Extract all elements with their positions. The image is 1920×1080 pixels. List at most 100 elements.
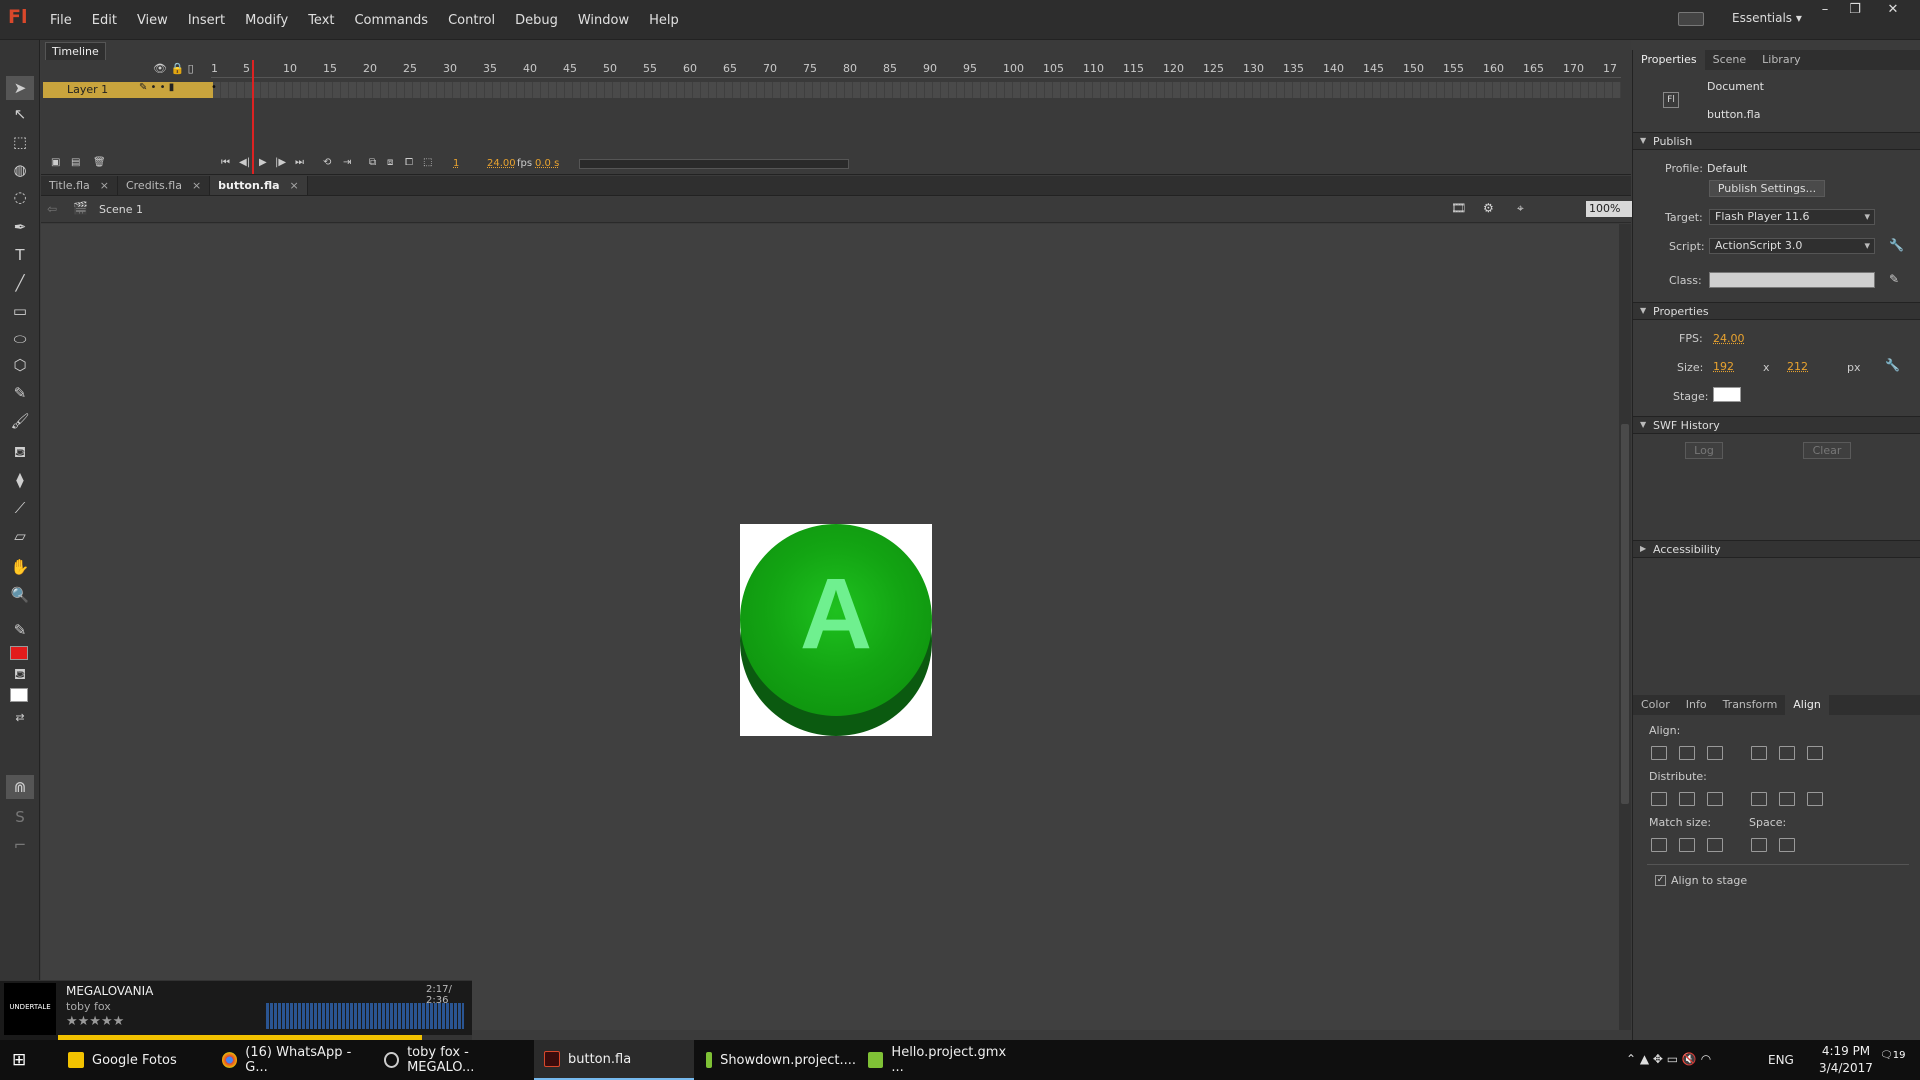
current-frame-value[interactable]: 1 xyxy=(453,158,459,169)
menu-modify[interactable]: Modify xyxy=(235,13,298,28)
menu-insert[interactable]: Insert xyxy=(178,13,235,28)
tab-library[interactable]: Library xyxy=(1754,50,1808,70)
distribute-vertical-center-icon[interactable] xyxy=(1679,792,1695,806)
distribute-top-icon[interactable] xyxy=(1651,792,1667,806)
edit-scene-icon[interactable]: 🎞 xyxy=(1451,201,1466,215)
frame-strip[interactable] xyxy=(213,82,1621,98)
swf-history-section-header[interactable]: SWF History xyxy=(1633,416,1920,434)
pencil-tool-icon[interactable]: ✎ xyxy=(6,381,34,405)
distribute-left-icon[interactable] xyxy=(1751,792,1767,806)
new-folder-icon[interactable]: ▤ xyxy=(71,157,80,168)
subselection-tool-icon[interactable]: ↖ xyxy=(6,102,34,126)
align-left-icon[interactable] xyxy=(1651,746,1667,760)
menu-view[interactable]: View xyxy=(127,13,178,28)
elapsed-time[interactable]: 0.0 s xyxy=(535,158,559,169)
hand-tool-icon[interactable]: ✋ xyxy=(6,555,34,579)
lasso-tool-icon[interactable]: ◌ xyxy=(6,185,34,209)
timeline-horizontal-scrollbar[interactable] xyxy=(579,159,849,169)
sync-settings-icon[interactable] xyxy=(1678,12,1704,26)
menu-commands[interactable]: Commands xyxy=(344,13,438,28)
keyframe-marker[interactable]: • xyxy=(211,82,221,98)
fps-input[interactable]: 24.00 xyxy=(1713,332,1745,345)
script-select[interactable]: ActionScript 3.0 xyxy=(1709,238,1875,254)
eyedropper-tool-icon[interactable]: ⟋ xyxy=(6,496,34,520)
edit-class-pencil-icon[interactable]: ✎ xyxy=(1889,272,1899,286)
center-frame-icon[interactable]: ⇥ xyxy=(343,157,351,168)
brush-tool-icon[interactable]: 🖌 xyxy=(6,409,34,433)
clock-date[interactable]: 3/4/2017 xyxy=(1816,1061,1876,1075)
menu-file[interactable]: File xyxy=(40,13,82,28)
menu-window[interactable]: Window xyxy=(568,13,639,28)
ink-bottle-tool-icon[interactable]: ⧫ xyxy=(6,468,34,492)
polystar-tool-icon[interactable]: ⬡ xyxy=(6,353,34,377)
oval-tool-icon[interactable]: ⬭ xyxy=(6,327,34,351)
stage-vertical-scrollbar[interactable] xyxy=(1619,224,1631,1030)
align-vertical-center-icon[interactable] xyxy=(1779,746,1795,760)
zoom-tool-icon[interactable]: 🔍 xyxy=(6,583,34,607)
match-width-icon[interactable] xyxy=(1651,838,1667,852)
menu-debug[interactable]: Debug xyxy=(505,13,568,28)
tab-color[interactable]: Color xyxy=(1633,695,1678,715)
menu-text[interactable]: Text xyxy=(298,13,344,28)
minimize-button[interactable]: – xyxy=(1812,2,1838,20)
doc-tab-title[interactable]: Title.fla × xyxy=(41,176,118,195)
taskbar-item-hello[interactable]: Hello.project.gmx ... xyxy=(858,1040,1018,1080)
align-top-icon[interactable] xyxy=(1751,746,1767,760)
publish-section-header[interactable]: Publish xyxy=(1633,132,1920,150)
wrench-icon[interactable]: 🔧 xyxy=(1889,238,1904,252)
properties-section-header[interactable]: Properties xyxy=(1633,302,1920,320)
menu-help[interactable]: Help xyxy=(639,13,689,28)
frame-ruler[interactable]: 1 5 10 15 20 25 30 35 40 45 50 55 60 65 70 75 80 85 90 95 10… xyxy=(211,60,1621,78)
selection-tool-icon[interactable]: ➤ xyxy=(6,76,34,100)
target-select[interactable]: Flash Player 11.6 xyxy=(1709,209,1875,225)
step-back-icon[interactable]: ◀| xyxy=(239,157,250,168)
edit-multiple-frames-icon[interactable]: ⧠ xyxy=(405,157,413,168)
scene-label[interactable]: Scene 1 xyxy=(99,203,143,216)
tab-transform[interactable]: Transform xyxy=(1715,695,1786,715)
back-arrow-icon[interactable]: ⇦ xyxy=(47,202,57,216)
system-tray-icons[interactable]: ⌃ ▲ ✥ ▭ 🔇 ◠ xyxy=(1626,1052,1711,1066)
distribute-bottom-icon[interactable] xyxy=(1707,792,1723,806)
clear-button[interactable]: Clear xyxy=(1803,442,1851,459)
center-stage-icon[interactable]: ⌖ xyxy=(1517,201,1524,216)
match-width-height-icon[interactable] xyxy=(1707,838,1723,852)
tab-properties[interactable]: Properties xyxy=(1633,50,1705,70)
match-height-icon[interactable] xyxy=(1679,838,1695,852)
snap-to-objects-icon[interactable]: ⋒ xyxy=(6,775,34,799)
layer-row[interactable]: Layer 1 ✎ • • ▮ xyxy=(43,82,213,98)
height-input[interactable]: 212 xyxy=(1787,360,1808,373)
menu-edit[interactable]: Edit xyxy=(82,13,127,28)
align-horizontal-center-icon[interactable] xyxy=(1679,746,1695,760)
taskbar-item-flash[interactable]: button.fla xyxy=(534,1040,694,1080)
stroke-color-swatch[interactable] xyxy=(10,646,28,660)
taskbar-item-whatsapp[interactable]: (16) WhatsApp - G... xyxy=(212,1040,372,1080)
close-button[interactable]: ✕ xyxy=(1880,2,1906,20)
taskbar-item-google-fotos[interactable]: Google Fotos xyxy=(58,1040,208,1080)
doc-tab-button[interactable]: button.fla × xyxy=(210,176,308,195)
distribute-right-icon[interactable] xyxy=(1807,792,1823,806)
size-wrench-icon[interactable]: 🔧 xyxy=(1885,358,1900,372)
fps-value[interactable]: 24.00 xyxy=(487,158,516,169)
stage-color-swatch[interactable] xyxy=(1713,387,1741,402)
language-indicator[interactable]: ENG xyxy=(1768,1053,1794,1067)
play-icon[interactable]: ▶ xyxy=(259,157,267,168)
close-tab-icon[interactable]: × xyxy=(100,179,109,192)
fill-color-swatch[interactable] xyxy=(10,688,28,702)
free-transform-tool-icon[interactable]: ⬚ xyxy=(6,130,34,154)
text-tool-icon[interactable]: T xyxy=(6,243,34,267)
pen-tool-icon[interactable]: ✒ xyxy=(6,215,34,239)
onion-skin-icon[interactable]: ⧉ xyxy=(369,157,376,168)
modify-markers-icon[interactable]: ⬚ xyxy=(423,157,432,168)
workspace-switcher[interactable]: Essentials ▾ xyxy=(1732,11,1802,25)
align-bottom-icon[interactable] xyxy=(1807,746,1823,760)
track-rating[interactable]: ★★★★★ xyxy=(66,1014,124,1029)
go-to-last-frame-icon[interactable]: ⏭ xyxy=(295,157,304,168)
clock-time[interactable]: 4:19 PM xyxy=(1816,1044,1876,1058)
close-tab-icon[interactable]: × xyxy=(290,179,299,192)
log-button[interactable]: Log xyxy=(1685,442,1723,459)
scroll-thumb[interactable] xyxy=(1621,424,1629,804)
edit-symbols-icon[interactable]: ⚙ xyxy=(1483,201,1494,215)
step-forward-icon[interactable]: |▶ xyxy=(275,157,286,168)
notification-center-icon[interactable]: 🗨19 xyxy=(1880,1050,1908,1070)
class-input[interactable] xyxy=(1709,272,1875,288)
